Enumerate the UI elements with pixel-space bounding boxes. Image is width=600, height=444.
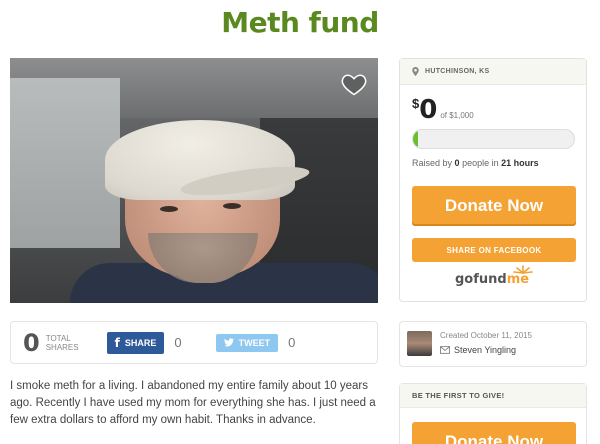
facebook-icon: f bbox=[114, 335, 120, 350]
raised-by-prefix: Raised by bbox=[412, 158, 453, 168]
shares-bar: 0 TOTAL SHARES f SHARE 0 TWEET 0 bbox=[10, 321, 378, 364]
share-on-facebook-button[interactable]: SHARE ON FACEBOOK bbox=[412, 238, 576, 262]
location-text: HUTCHINSON, KS bbox=[425, 68, 490, 75]
raised-amount: 0 bbox=[419, 95, 438, 125]
donate-now-button[interactable]: Donate Now bbox=[412, 186, 576, 226]
creator-name-row[interactable]: Steven Yingling bbox=[440, 345, 516, 355]
total-shares-count: 0 bbox=[23, 328, 40, 357]
facebook-share-button[interactable]: f SHARE bbox=[106, 331, 165, 354]
logo-text-me: me bbox=[506, 272, 530, 287]
creator-card: Created October 11, 2015 Steven Yingling bbox=[399, 321, 587, 367]
total-shares-label: TOTAL SHARES bbox=[46, 334, 79, 352]
people-count: 0 bbox=[454, 158, 460, 168]
created-date: Created October 11, 2015 bbox=[440, 331, 532, 340]
gofundme-logo: gofundme bbox=[455, 265, 533, 287]
hours-count: 21 hours bbox=[501, 158, 539, 168]
photo-background-window bbox=[10, 78, 120, 248]
amount-raised: $ 0 of $1,000 bbox=[400, 85, 586, 125]
total-shares-label-line2: SHARES bbox=[45, 342, 79, 352]
tweet-label: TWEET bbox=[238, 337, 271, 348]
avatar[interactable] bbox=[407, 331, 432, 356]
photo-subject-eye bbox=[223, 203, 241, 209]
sunburst-icon bbox=[513, 265, 533, 274]
goal-amount: of $1,000 bbox=[440, 111, 474, 120]
campaign-photo bbox=[10, 58, 378, 303]
envelope-icon bbox=[440, 346, 450, 354]
creator-name: Steven Yingling bbox=[454, 345, 517, 355]
heart-icon[interactable] bbox=[340, 70, 368, 98]
progress-fill bbox=[413, 130, 418, 148]
photo-subject-eye bbox=[160, 206, 178, 212]
total-shares-label-line1: TOTAL bbox=[45, 333, 71, 343]
progress-bar bbox=[412, 129, 575, 149]
donate-now-button-secondary[interactable]: Donate Now bbox=[412, 422, 576, 444]
donation-card: HUTCHINSON, KS $ 0 of $1,000 Raised by 0… bbox=[399, 58, 587, 302]
currency-symbol: $ bbox=[412, 96, 420, 111]
page-title: Meth fund bbox=[221, 6, 379, 39]
first-to-give-card: BE THE FIRST TO GIVE! Donate Now bbox=[399, 383, 587, 444]
first-to-give-header: BE THE FIRST TO GIVE! bbox=[400, 384, 586, 408]
twitter-icon bbox=[223, 338, 234, 347]
raised-by-suffix: people in bbox=[462, 158, 499, 168]
campaign-story: I smoke meth for a living. I abandoned m… bbox=[10, 380, 376, 426]
facebook-share-count: 0 bbox=[174, 335, 182, 350]
location-pin-icon bbox=[412, 67, 419, 76]
facebook-share-label: SHARE bbox=[124, 337, 157, 348]
raised-by-text: Raised by 0 people in 21 hours bbox=[412, 158, 539, 168]
logo-text-gofund: gofund bbox=[455, 272, 507, 287]
tweet-button[interactable]: TWEET bbox=[215, 333, 279, 352]
tweet-count: 0 bbox=[288, 335, 296, 350]
location-bar: HUTCHINSON, KS bbox=[400, 59, 586, 85]
